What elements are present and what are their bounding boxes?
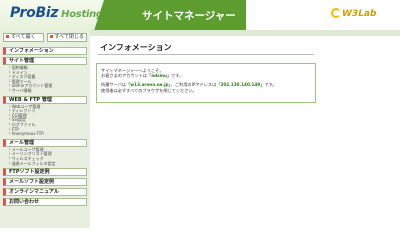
server-name: 「w13.arena.ne.jp」 [126, 82, 171, 88]
main-content: インフォメーション サイトマネージャーへようこそ。 お客さまのアカウントは「ad… [90, 30, 400, 228]
section-information: インフォメーション [3, 47, 87, 55]
ip-address: 「202.130.140.149」 [216, 82, 265, 88]
sidebar: すべて開く すべて閉じる インフォメーション サイト管理 契約情報 ドメイン デ… [0, 30, 90, 228]
section-web-ftp: WEB & FTP 管理 Webユーザ管理 ディレクトリ CGI管理 SSI設定… [3, 95, 87, 137]
sidebar-item-mail-settings[interactable]: メールソフト設定例 [3, 178, 87, 187]
header: ProBiz Hosting サイトマネージャー W3Lab [0, 0, 400, 30]
app-title: サイトマネージャー [142, 10, 236, 22]
close-all-button[interactable]: すべて閉じる [46, 33, 87, 42]
title-divider [98, 54, 314, 55]
sidebar-item-ftp-settings[interactable]: FTPソフト設定例 [3, 168, 87, 177]
sidebar-subitem[interactable]: Anonymous FTP [8, 132, 87, 137]
sidebar-item-online-manual[interactable]: オンラインマニュアル [3, 188, 87, 197]
sidebar-toggle-buttons: すべて開く すべて閉じる [0, 30, 90, 45]
section-site-management: サイト管理 契約情報 ドメイン ディスク容量 管理ツール adminアカウント管… [3, 57, 87, 94]
mail-list: メールユーザ管理 メーリングリスト管理 ウィルスチェック 迷惑メールフィルタ設定 [3, 147, 87, 166]
sidebar-item-mail[interactable]: メール管理 [3, 138, 87, 147]
account-name: 「adsmu」 [147, 73, 172, 79]
section-ftp-settings: FTPソフト設定例 [3, 168, 87, 177]
w3lab-logo-icon [331, 8, 341, 18]
sidebar-item-contact[interactable]: お問い合わせ [3, 198, 87, 207]
site-management-list: 契約情報 ドメイン ディスク容量 管理ツール adminアカウント管理 サーバ情… [3, 65, 87, 94]
probiz-logo: ProBiz Hosting [10, 5, 103, 21]
sidebar-item-information[interactable]: インフォメーション [3, 47, 87, 55]
section-online-manual: オンラインマニュアル [3, 188, 87, 197]
section-mail-settings: メールソフト設定例 [3, 178, 87, 187]
subtitle-bar [90, 30, 400, 36]
open-all-button[interactable]: すべて開く [3, 33, 44, 42]
w3lab-brand: W3Lab [342, 9, 377, 19]
section-contact: お問い合わせ [3, 198, 87, 207]
web-ftp-list: Webユーザ管理 ディレクトリ CGI管理 SSI設定 ログファイル FTP A… [3, 104, 87, 137]
close-browser-note: 使用後は必ずすべてのブラウザを閉じてください。 [101, 87, 197, 93]
section-mail: メール管理 メールユーザ管理 メーリングリスト管理 ウィルスチェック 迷惑メール… [3, 138, 87, 166]
info-message-box: サイトマネージャーへようこそ。 お客さまのアカウントは「adsmu」です。 所属… [96, 63, 316, 103]
sidebar-subitem[interactable]: サーバ情報 [8, 88, 87, 94]
page-title: インフォメーション [100, 43, 172, 52]
sidebar-subitem[interactable]: 迷惑メールフィルタ設定 [8, 161, 87, 167]
sidebar-item-web-ftp[interactable]: WEB & FTP 管理 [3, 95, 87, 104]
sidebar-item-site-management[interactable]: サイト管理 [3, 57, 87, 65]
